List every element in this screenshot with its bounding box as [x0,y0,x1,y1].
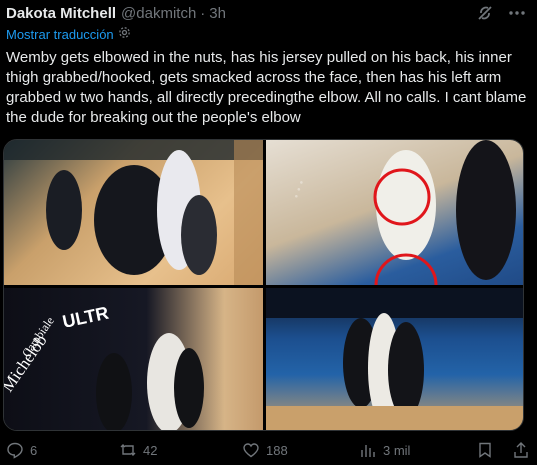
author-name[interactable]: Dakota Mitchell [6,5,116,22]
media-image-3[interactable]: ULTR Michelob Cambiale [4,288,263,430]
media-image-2[interactable]: … [266,140,523,285]
media-image-1[interactable] [4,140,263,285]
views-icon [359,441,377,459]
media-grid[interactable]: … ULTR Michelob Cambiale [3,139,524,431]
reply-count: 6 [30,442,38,458]
view-count: 3 mil [383,442,411,458]
share-button[interactable] [512,441,530,459]
court-logo-text: … [277,172,308,201]
more-icon[interactable] [507,3,527,23]
share-icon [512,441,530,459]
meta-separator: · [200,4,206,22]
like-count: 188 [266,442,288,458]
post-time[interactable]: 3h [209,5,226,22]
media-image-4[interactable] [266,288,523,430]
bookmark-icon [476,441,494,459]
like-button[interactable]: 188 [242,441,288,459]
translate-gear-icon [118,26,131,42]
bookmark-button[interactable] [476,441,494,459]
court-banner-text: ULTR [61,303,111,332]
reply-icon [6,441,24,459]
post-actions: 6 42 188 3 mil [6,441,531,463]
reply-button[interactable]: 6 [6,441,37,459]
repost-button[interactable]: 42 [119,441,157,459]
grok-icon[interactable] [475,3,495,23]
show-translation-link[interactable]: Mostrar traducción [6,26,131,42]
post-header: Dakota Mitchell @dakmitch · 3h [6,2,531,24]
repost-icon [119,441,137,459]
views-button[interactable]: 3 mil [359,441,410,459]
post-text: Wemby gets elbowed in the nuts, has his … [6,49,527,126]
heart-icon [242,441,260,459]
translation-label: Mostrar traducción [6,26,114,42]
header-actions [475,3,527,23]
author-handle[interactable]: @dakmitch [121,5,196,22]
repost-count: 42 [143,442,158,458]
